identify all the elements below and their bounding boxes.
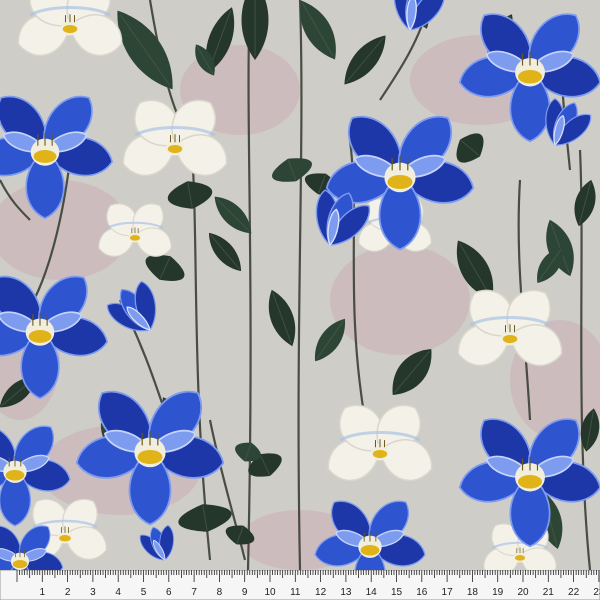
- flower-stamen: [514, 555, 526, 561]
- flower-stamen: [518, 475, 542, 489]
- ruler-label: 6: [166, 587, 172, 598]
- ruler-label: 17: [442, 587, 454, 598]
- ruler-label: 5: [141, 587, 147, 598]
- ruler-label: 21: [543, 587, 555, 598]
- ruler-label: 4: [115, 587, 121, 598]
- ruler-label: 7: [191, 587, 197, 598]
- blush-wash: [330, 245, 470, 355]
- ruler-label: 9: [242, 587, 248, 598]
- ruler-label: 19: [492, 587, 504, 598]
- ruler-label: 12: [315, 587, 327, 598]
- ruler-label: 18: [467, 587, 479, 598]
- flower-stamen: [28, 330, 52, 343]
- floral-fabric-swatch: [0, 0, 600, 570]
- ruler-label: 2: [65, 587, 71, 598]
- flower-stamen: [387, 175, 413, 190]
- flower-stamen: [5, 470, 25, 481]
- flower-stamen: [59, 535, 71, 542]
- flower-stamen: [129, 235, 141, 241]
- ruler-label: 1: [40, 587, 46, 598]
- ruler-label: 14: [366, 587, 378, 598]
- flower-stamen: [33, 150, 57, 163]
- flower-stamen: [137, 450, 163, 465]
- ruler-label: 20: [517, 587, 529, 598]
- ruler-label: 11: [290, 587, 301, 598]
- flower-stamen: [360, 545, 380, 556]
- ruler-label: 10: [264, 587, 276, 598]
- flower-stamen: [62, 25, 78, 34]
- ruler-label: 13: [340, 587, 352, 598]
- ruler-label: 23: [593, 587, 600, 598]
- ruler-label: 22: [568, 587, 580, 598]
- fabric-photo: 1234567891011121314151617181920212223: [0, 0, 600, 600]
- flower-stamen: [518, 70, 542, 84]
- flower-stamen: [12, 560, 28, 569]
- ruler-label: 15: [391, 587, 403, 598]
- ruler-label: 8: [217, 587, 223, 598]
- flower-stamen: [372, 450, 388, 459]
- ruler-label: 16: [416, 587, 428, 598]
- flower-stamen: [167, 145, 183, 154]
- ruler-label: 3: [90, 587, 96, 598]
- measuring-ruler: 1234567891011121314151617181920212223: [0, 570, 600, 600]
- flower-stamen: [502, 335, 518, 344]
